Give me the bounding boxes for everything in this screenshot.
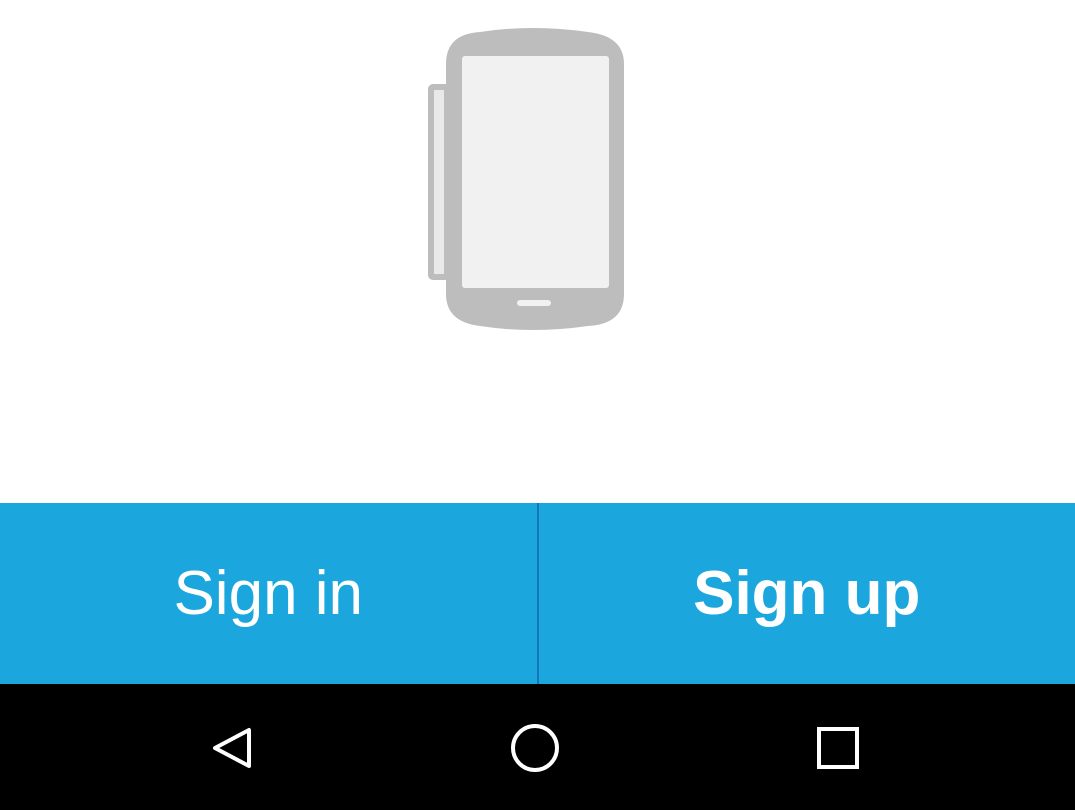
phone-device-icon <box>428 28 624 330</box>
system-navigation-bar <box>0 684 1075 810</box>
recents-button[interactable] <box>806 716 870 780</box>
home-circle-icon <box>511 724 559 772</box>
back-triangle-icon <box>213 728 251 768</box>
app-screen: Sign in Sign up <box>0 0 1075 810</box>
sign-up-button[interactable]: Sign up <box>539 503 1075 684</box>
content-area <box>0 0 1075 503</box>
sign-in-label: Sign in <box>173 559 364 628</box>
back-button[interactable] <box>200 716 264 780</box>
recents-square-icon <box>817 727 859 769</box>
auth-action-bar: Sign in Sign up <box>0 503 1075 684</box>
sign-in-button[interactable]: Sign in <box>0 503 537 684</box>
home-button[interactable] <box>503 716 567 780</box>
sign-up-label: Sign up <box>693 559 921 628</box>
